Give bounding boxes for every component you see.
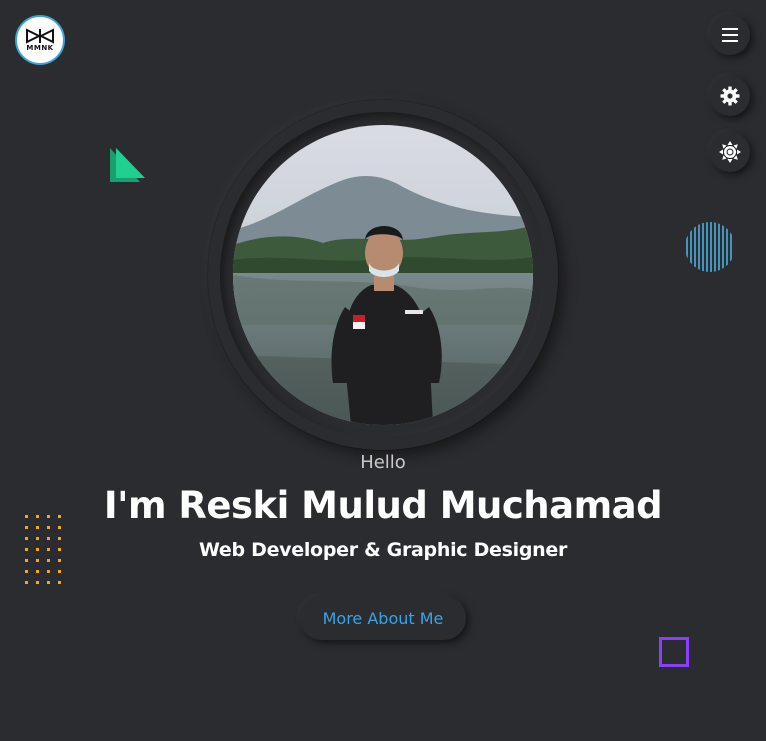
- more-about-me-label: More About Me: [322, 608, 444, 628]
- green-triangle-decoration: [110, 148, 145, 182]
- profile-photo: [233, 125, 533, 425]
- brand-logo[interactable]: MMNK: [15, 15, 65, 65]
- hero-name: I'm Reski Mulud Muchamad: [103, 484, 663, 527]
- theme-toggle-button[interactable]: [710, 132, 750, 172]
- more-about-me-button[interactable]: More About Me: [300, 596, 466, 640]
- hero-greeting: Hello: [360, 452, 406, 473]
- purple-square-decoration: [659, 637, 689, 667]
- menu-button[interactable]: [710, 15, 750, 55]
- hero-role: Web Developer & Graphic Designer: [198, 539, 568, 561]
- menu-icon: [722, 28, 738, 42]
- gear-icon: [720, 86, 740, 106]
- settings-button[interactable]: [710, 76, 750, 116]
- logo-text: MMNK: [26, 44, 54, 52]
- sun-icon: [719, 141, 741, 163]
- striped-circle-decoration: [686, 222, 732, 272]
- logo-mark: [26, 28, 54, 44]
